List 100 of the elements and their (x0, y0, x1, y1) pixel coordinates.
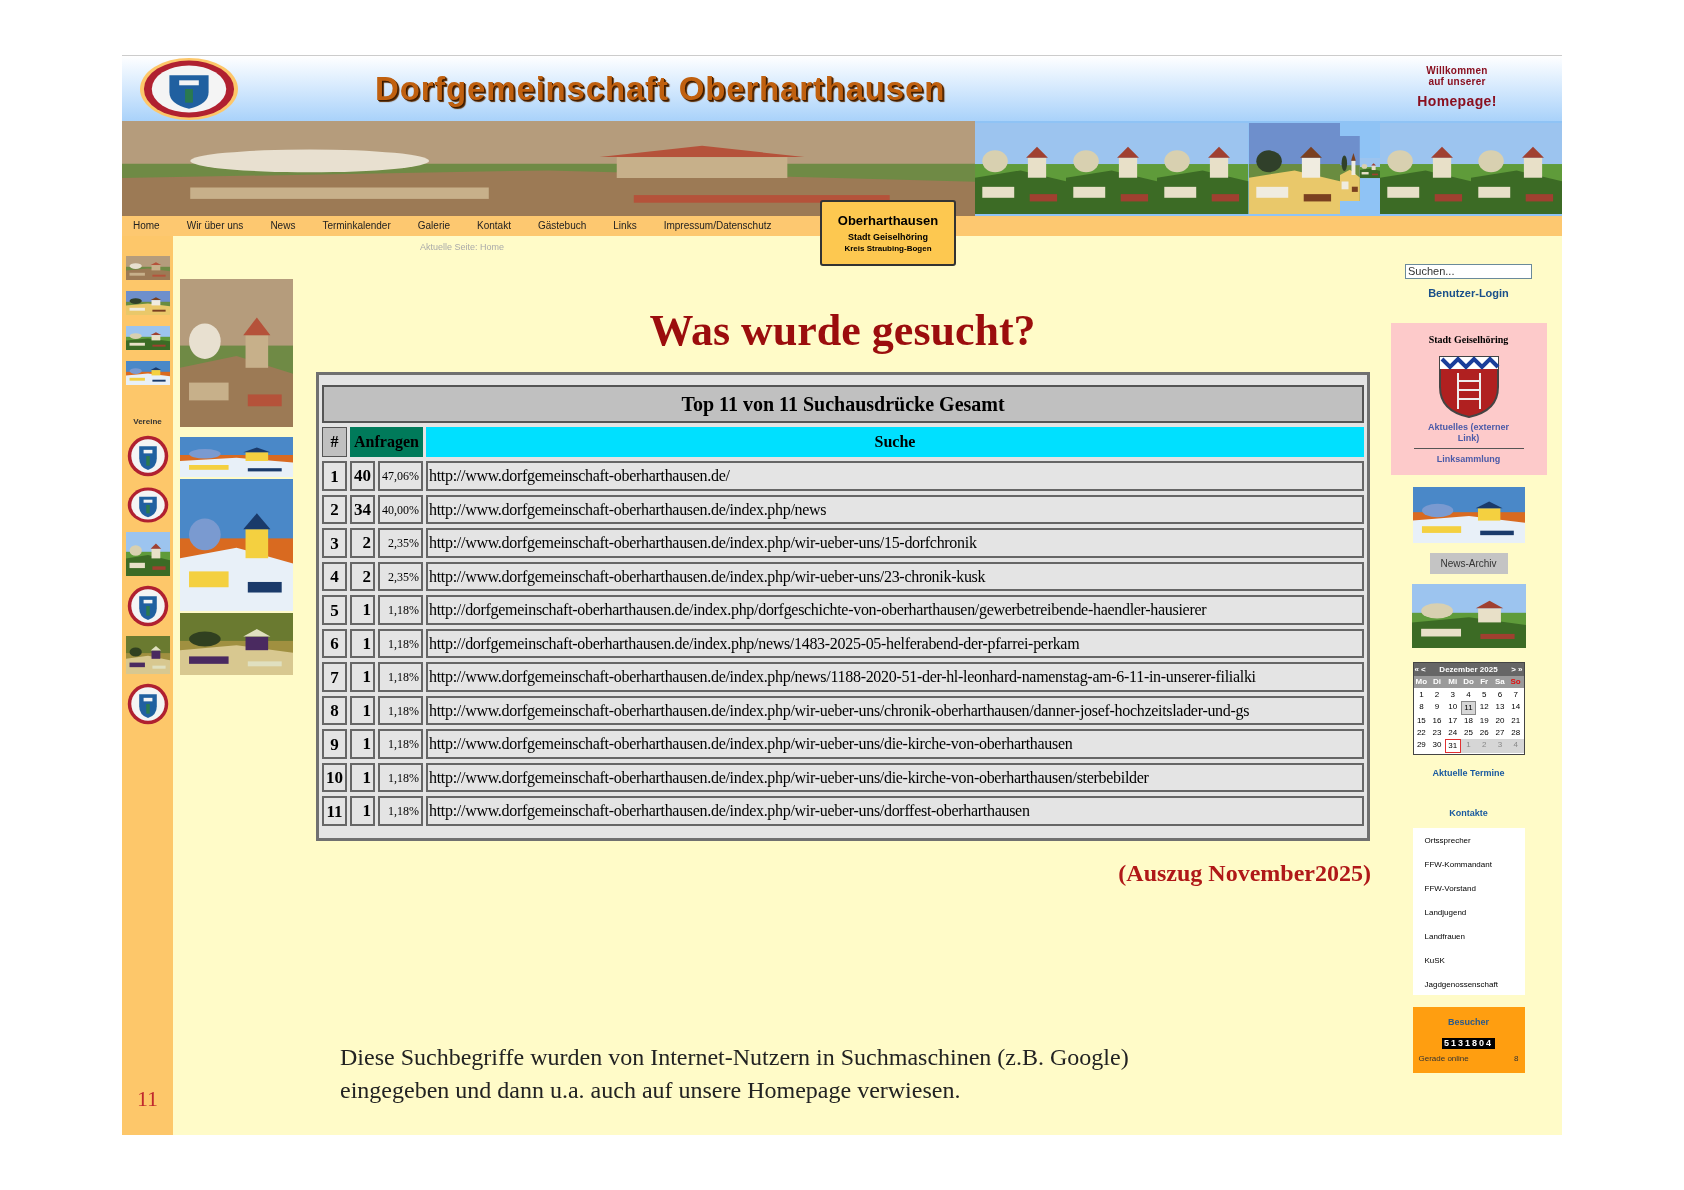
calendar-day[interactable]: 23 (1429, 727, 1445, 740)
nav-link[interactable]: News (270, 218, 296, 234)
nav-link[interactable]: Terminkalender (322, 218, 391, 234)
welcome-heading: Homepage! (1417, 92, 1497, 111)
calendar-nav-arrow[interactable]: > (1511, 664, 1517, 676)
description-text: Diese Suchbegriffe wurden von Internet-Nutzern in Suchmaschinen (z.B. Google) eingegeben und dann u.a. auch auf unsere Homepage verwiesen. (340, 1043, 1130, 1105)
calendar-day[interactable]: 15 (1413, 715, 1430, 728)
contact-link[interactable]: KuSK (1424, 954, 1525, 968)
url-cell: http://www.dorfgemeinschaft-oberharthausen.de/index.php/news (426, 495, 1364, 525)
calendar-day[interactable]: 27 (1492, 727, 1508, 740)
city-title: Stadt Geiselhöring (1428, 333, 1509, 348)
rank-cell: 3 (322, 528, 347, 558)
nav-link[interactable]: Impressum/Datenschutz (663, 218, 772, 234)
calendar-day[interactable]: 18 (1460, 715, 1477, 728)
calendar-day[interactable]: 2 (1429, 689, 1445, 702)
calendar-day[interactable]: 14 (1507, 701, 1524, 716)
calendar-day[interactable]: 7 (1507, 689, 1524, 702)
calendar-day[interactable]: 4 (1460, 689, 1477, 702)
weekday-label: Fr (1479, 676, 1490, 689)
share-cell: 1,18% (378, 696, 423, 726)
table-title: Top 11 von 11 Suchausdrücke Gesamt (322, 385, 1364, 424)
calendar-day[interactable]: 24 (1444, 727, 1461, 740)
calendar-day[interactable]: 28 (1507, 727, 1524, 740)
contact-link[interactable]: Jagdgenossenschaft (1424, 978, 1525, 992)
online-count: 8 (1514, 1053, 1519, 1065)
url-cell: http://www.dorfgemeinschaft-oberharthausen.de/index.php/wir-ueber-uns/die-kirche-von-oberharthausen (426, 729, 1364, 759)
calendar-day[interactable]: 17 (1444, 715, 1461, 728)
login-link[interactable]: Benutzer-Login (1428, 285, 1509, 302)
calendar-month: Dezember 2025 (1439, 664, 1498, 676)
count-cell: 1 (350, 796, 375, 826)
calendar-nav-arrow[interactable]: < (1420, 664, 1426, 676)
calendar-day[interactable]: 31 (1444, 739, 1461, 754)
rank-cell: 11 (322, 796, 347, 826)
count-cell: 40 (350, 461, 375, 491)
count-cell: 1 (350, 629, 375, 659)
nav-link[interactable]: Kontakt (477, 218, 511, 234)
weekday-label: Sa (1494, 676, 1506, 689)
calendar-day[interactable]: 20 (1492, 715, 1508, 728)
url-cell: http://www.dorfgemeinschaft-oberharthausen.de/index.php/wir-ueber-uns/die-kirche-von-oberharthausen/sterbebilder (426, 763, 1364, 793)
calendar-day[interactable]: 3 (1444, 689, 1461, 702)
count-cell: 34 (350, 495, 375, 525)
contact-link[interactable]: Landfrauen (1424, 930, 1525, 944)
nav-link[interactable]: Galerie (417, 218, 450, 234)
contact-link[interactable]: Landjugend (1424, 906, 1525, 920)
calendar-nav-arrow[interactable]: » (1518, 664, 1523, 676)
nav-link[interactable]: Links (613, 218, 637, 234)
share-cell: 1,18% (378, 662, 423, 692)
calendar-day[interactable]: 26 (1476, 727, 1493, 740)
site-title: Dorfgemeinschaft Oberharthausen (375, 68, 946, 109)
calendar-day[interactable]: 19 (1476, 715, 1493, 728)
share-cell: 1,18% (378, 729, 423, 759)
count-cell: 1 (350, 729, 375, 759)
contact-link[interactable]: Ortssprecher (1424, 834, 1525, 848)
url-cell: http://www.dorfgemeinschaft-oberharthausen.de/index.php/wir-ueber-uns/chronik-oberharthausen/danner-josef-hochzeitslader-und-gs (426, 696, 1364, 726)
calendar-day[interactable]: 16 (1429, 715, 1445, 728)
rank-cell: 5 (322, 595, 347, 625)
contact-link[interactable]: FFW-Vorstand (1424, 882, 1525, 896)
column-header: Anfragen (350, 427, 423, 458)
rank-cell: 6 (322, 629, 347, 659)
calendar-day[interactable]: 29 (1413, 739, 1430, 754)
page-number: 11 (136, 1085, 159, 1113)
sign-name: Oberharthausen (837, 212, 939, 228)
calendar-day[interactable]: 1 (1413, 689, 1430, 702)
share-cell: 1,18% (378, 629, 423, 659)
breadcrumb: Aktuelle Seite: Home (420, 241, 505, 254)
url-cell: http://www.dorfgemeinschaft-oberharthausen.de/index.php/wir-ueber-uns/15-dorfchronik (426, 528, 1364, 558)
url-cell: http://www.dorfgemeinschaft-oberharthausen.de/index.php/news/1188-2020-51-der-hl-leonhard-namenstag-am-6-11-in-unserer-filialki (426, 662, 1364, 692)
url-cell: http://www.dorfgemeinschaft-oberharthausen.de/index.php/wir-ueber-uns/dorffest-oberharthausen (426, 796, 1364, 826)
links-link[interactable]: Linksammlung (1436, 453, 1501, 467)
count-cell: 1 (350, 763, 375, 793)
calendar-day[interactable]: 13 (1492, 701, 1508, 716)
calendar-day[interactable]: 10 (1444, 701, 1461, 716)
calendar-day[interactable]: 22 (1413, 727, 1430, 740)
nav-link[interactable]: Gästebuch (537, 218, 587, 234)
share-cell: 1,18% (378, 763, 423, 793)
url-cell: http://www.dorfgemeinschaft-oberharthausen.de/ (426, 461, 1364, 491)
contact-link[interactable]: FFW-Kommandant (1424, 858, 1525, 872)
count-cell: 1 (350, 595, 375, 625)
weekday-label: So (1509, 676, 1522, 689)
search-field[interactable]: Suchen... (1405, 264, 1532, 279)
rank-cell: 9 (322, 729, 347, 759)
calendar-day[interactable]: 9 (1429, 701, 1445, 716)
calendar-day[interactable]: 5 (1476, 689, 1493, 702)
nav-link[interactable]: Wir über uns (186, 218, 244, 234)
calendar-day[interactable]: 30 (1429, 739, 1445, 754)
share-cell: 2,35% (378, 528, 423, 558)
visitor-heading: Besucher (1448, 1016, 1489, 1030)
rank-cell: 1 (322, 461, 347, 491)
external-link[interactable]: Aktuelles (externer Link) (1423, 422, 1514, 445)
archive-button[interactable]: News-Archiv (1429, 553, 1508, 575)
calendar-day[interactable]: 25 (1460, 727, 1477, 740)
calendar-day[interactable]: 6 (1492, 689, 1508, 702)
calendar-day[interactable]: 8 (1413, 701, 1430, 716)
calendar-nav-arrow[interactable]: « (1414, 664, 1419, 676)
rank-cell: 10 (322, 763, 347, 793)
events-link[interactable]: Aktuelle Termine (1432, 767, 1505, 781)
calendar-day[interactable]: 11 (1460, 701, 1477, 716)
calendar-day[interactable]: 21 (1507, 715, 1524, 728)
nav-link[interactable]: Home (133, 218, 160, 234)
calendar-day[interactable]: 12 (1476, 701, 1493, 716)
